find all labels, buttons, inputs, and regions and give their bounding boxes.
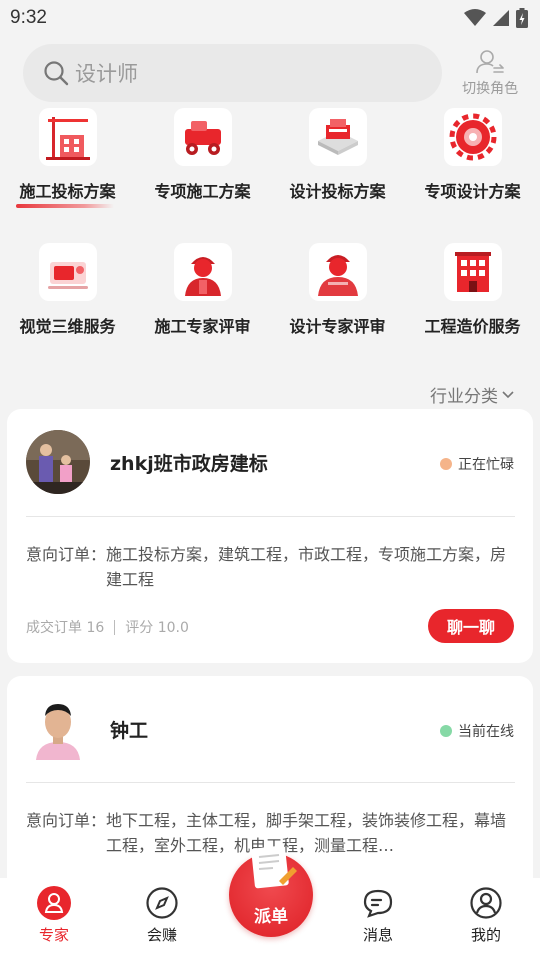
category-design-expert[interactable]: 设计专家评审 xyxy=(270,243,405,346)
wifi-icon xyxy=(464,9,486,26)
gear-design-icon xyxy=(443,108,502,166)
avatar xyxy=(26,696,90,760)
design-expert-icon xyxy=(308,243,367,301)
switch-role-icon xyxy=(476,49,504,73)
category-visual-3d[interactable]: 视觉三维服务 xyxy=(0,243,135,346)
intent-label: 意向订单： xyxy=(26,811,107,830)
battery-icon xyxy=(516,8,528,28)
tab-expert[interactable]: 专家 xyxy=(0,878,108,960)
chat-button[interactable]: 聊一聊 xyxy=(428,609,514,643)
expert-name: zhkj班市政房建标 xyxy=(110,453,268,475)
status-dot xyxy=(440,725,452,737)
avatar xyxy=(26,430,90,494)
stats-separator xyxy=(114,619,116,635)
chevron-down-icon xyxy=(502,390,514,398)
search-input[interactable]: 设计师 xyxy=(23,44,443,102)
signal-icon xyxy=(493,10,509,26)
category-construction-expert[interactable]: 施工专家评审 xyxy=(135,243,270,346)
search-row: 设计师 切换角色 xyxy=(23,44,520,102)
industry-filter[interactable]: 行业分类 xyxy=(430,382,514,407)
tab-label: 消息 xyxy=(362,926,393,944)
role-switch-label: 切换角色 xyxy=(462,80,519,97)
divider xyxy=(26,516,515,517)
tab-mine[interactable]: 我的 xyxy=(432,878,540,960)
category-label: 施工投标方案 xyxy=(19,182,116,201)
tab-label: 会赚 xyxy=(146,926,177,944)
category-label: 工程造价服务 xyxy=(424,317,521,336)
tab-label: 专家 xyxy=(38,926,69,944)
expert-card[interactable]: zhkj班市政房建标 正在忙碌 意向订单： 施工投标方案，建筑工程，市政工程，专… xyxy=(7,409,533,663)
building-model-icon xyxy=(308,108,367,166)
category-design-bid[interactable]: 设计投标方案 xyxy=(270,108,405,211)
construction-machine-icon xyxy=(173,108,232,166)
status-badge: 当前在线 xyxy=(440,721,514,741)
cost-building-icon xyxy=(443,243,502,301)
divider xyxy=(26,782,515,783)
dispatch-document-icon xyxy=(251,845,297,889)
category-label: 设计投标方案 xyxy=(289,182,386,201)
category-label: 视觉三维服务 xyxy=(19,317,116,336)
dispatch-button[interactable]: 派单 xyxy=(229,845,313,937)
status-time: 9:32 xyxy=(10,7,47,28)
tab-label: 我的 xyxy=(470,926,501,944)
status-dot xyxy=(440,458,452,470)
category-construction-bid[interactable]: 施工投标方案 xyxy=(0,108,135,211)
category-label: 专项设计方案 xyxy=(424,182,521,201)
status-badge: 正在忙碌 xyxy=(440,454,514,474)
intent-label: 意向订单： xyxy=(26,545,107,564)
message-icon xyxy=(363,889,393,918)
category-special-design[interactable]: 专项设计方案 xyxy=(405,108,540,211)
search-icon xyxy=(44,61,69,86)
tab-messages[interactable]: 消息 xyxy=(324,878,432,960)
intent-orders: 意向订单： 施工投标方案，建筑工程，市政工程，专项施工方案，房建工程 xyxy=(26,542,516,592)
profile-icon xyxy=(470,887,502,919)
compass-icon xyxy=(146,887,178,919)
category-label: 设计专家评审 xyxy=(289,317,386,336)
status-text: 当前在线 xyxy=(458,724,514,740)
category-label: 施工专家评审 xyxy=(154,317,251,336)
expert-icon xyxy=(37,886,71,920)
deal-count: 成交订单 16 xyxy=(26,620,105,636)
expert-name: 钟工 xyxy=(110,720,149,742)
filter-label: 行业分类 xyxy=(430,387,498,407)
expert-stats: 成交订单 16 评分 10.0 xyxy=(26,617,189,637)
status-bar: 9:32 xyxy=(0,0,540,36)
category-special-construction[interactable]: 专项施工方案 xyxy=(135,108,270,211)
status-text: 正在忙碌 xyxy=(458,457,514,473)
category-cost-service[interactable]: 工程造价服务 xyxy=(405,243,540,346)
status-icons xyxy=(464,8,528,28)
tab-earn[interactable]: 会赚 xyxy=(108,878,216,960)
intent-text: 地下工程，主体工程，脚手架工程，装饰装修工程，幕墙工程，室外工程，机电工程，测量… xyxy=(106,811,507,855)
role-switch-button[interactable]: 切换角色 xyxy=(460,49,520,98)
dispatch-label: 派单 xyxy=(254,907,288,927)
category-label: 专项施工方案 xyxy=(154,182,251,201)
3d-visual-icon xyxy=(38,243,97,301)
active-underline xyxy=(16,204,114,208)
search-placeholder: 设计师 xyxy=(75,62,138,86)
category-grid: 施工投标方案 专项施工方案 设计投标方案 专项设计方案 视觉三维服务 施工专家评… xyxy=(0,108,540,346)
rating: 评分 10.0 xyxy=(125,620,189,636)
intent-text: 施工投标方案，建筑工程，市政工程，专项施工方案，房建工程 xyxy=(106,545,507,589)
construction-crane-icon xyxy=(38,108,97,166)
construction-expert-icon xyxy=(173,243,232,301)
